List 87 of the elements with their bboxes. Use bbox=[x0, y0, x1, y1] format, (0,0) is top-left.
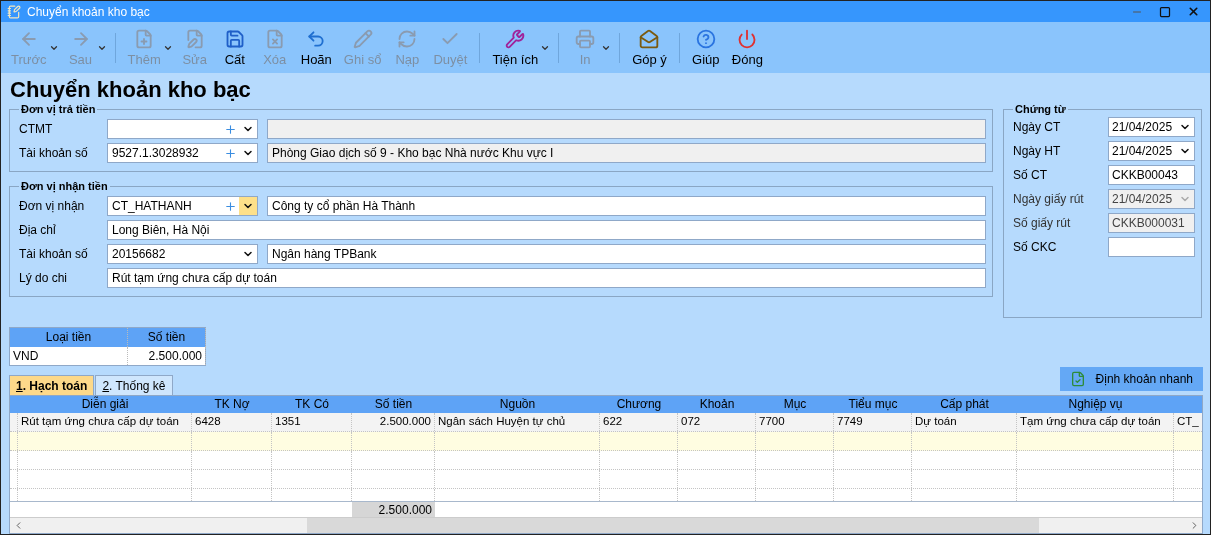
field-label: CTMT bbox=[19, 122, 54, 136]
table-cell: 2.500.000 bbox=[352, 413, 435, 431]
date-field[interactable]: 21/04/2025 bbox=[1108, 117, 1195, 137]
edit-document-icon bbox=[184, 28, 205, 49]
table-cell: 7700 bbox=[756, 413, 834, 431]
field-label: Ngày giấy rút bbox=[1013, 192, 1085, 206]
field-label: Tài khoản số bbox=[19, 247, 89, 261]
tools-icon bbox=[505, 28, 526, 49]
column-header: Tiểu mục bbox=[847, 396, 899, 413]
table-cell: 2.500.000 bbox=[128, 347, 206, 365]
delete-document-icon bbox=[264, 28, 285, 49]
table-cell: 6428 bbox=[192, 413, 272, 431]
column-header: TK Nợ bbox=[213, 396, 251, 413]
field-label: Số giấy rút bbox=[1013, 216, 1072, 230]
power-icon bbox=[737, 28, 758, 49]
field-label: Số CT bbox=[1013, 168, 1048, 182]
add-icon bbox=[223, 199, 237, 213]
toolbar-button[interactable]: Hoãn bbox=[294, 26, 338, 69]
column-header: Số tiền bbox=[373, 396, 414, 413]
combo-field[interactable] bbox=[107, 119, 258, 139]
scrollbar-thumb[interactable] bbox=[307, 518, 1039, 533]
table-cell: CT_ bbox=[1174, 413, 1202, 431]
group-title: Chứng từ bbox=[1014, 103, 1067, 115]
new-document-icon bbox=[134, 28, 155, 49]
field-label: Địa chỉ bbox=[19, 223, 57, 237]
table-cell: Ngân sách Huyện tự chủ bbox=[435, 413, 600, 431]
column-header: Nguồn bbox=[498, 396, 537, 413]
save-icon bbox=[224, 28, 245, 49]
combo-field[interactable]: CT_HATHANH bbox=[107, 196, 258, 216]
toolbar-button[interactable]: Giúp bbox=[685, 26, 726, 69]
column-header: Mục bbox=[782, 396, 808, 413]
document-icon bbox=[1069, 371, 1086, 387]
close-icon bbox=[1186, 5, 1200, 18]
group-title: Đơn vị nhận tiền bbox=[20, 180, 109, 192]
text-field[interactable] bbox=[1108, 237, 1195, 257]
add-icon bbox=[223, 146, 237, 160]
table-cell: Rút tạm ứng chưa cấp dự toán bbox=[18, 413, 192, 431]
combo-field[interactable]: 20156682 bbox=[107, 244, 258, 264]
column-header: TK Có bbox=[294, 396, 330, 413]
field-label: Ngày CT bbox=[1013, 120, 1062, 134]
help-icon bbox=[695, 28, 716, 49]
table-cell: Dự toán bbox=[912, 413, 1017, 431]
tab[interactable]: 1. Hạch toán bbox=[9, 375, 95, 395]
pencil-icon bbox=[352, 28, 373, 49]
table-cell: 1351 bbox=[272, 413, 352, 431]
maximize-icon bbox=[1159, 5, 1171, 18]
printer-icon bbox=[575, 28, 596, 49]
total-cell: 2.500.000 bbox=[352, 502, 435, 518]
quick-entry-button[interactable]: Định khoản nhanh bbox=[1059, 367, 1203, 391]
table-cell: VND bbox=[10, 347, 128, 365]
column-header: Chương bbox=[615, 396, 663, 413]
field-label: Lý do chi bbox=[19, 271, 69, 285]
column-header: Số tiền bbox=[128, 328, 206, 347]
page-title: Chuyển khoản kho bạc bbox=[10, 77, 252, 103]
column-header: Cấp phát bbox=[939, 396, 990, 413]
toolbar-button[interactable]: Đóng bbox=[725, 26, 769, 69]
description-field: Ngân hàng TPBank bbox=[267, 244, 986, 264]
column-header: Loại tiền bbox=[10, 328, 128, 347]
group-title: Đơn vị trả tiền bbox=[20, 103, 97, 115]
field-label: Ngày HT bbox=[1013, 144, 1062, 158]
column-header: Nghiệp vụ bbox=[1067, 396, 1124, 413]
text-field[interactable]: CKKB00043 bbox=[1108, 165, 1195, 185]
field-label: Đơn vị nhận bbox=[19, 199, 86, 213]
table-cell: Tạm ứng chưa cấp dự toán bbox=[1017, 413, 1174, 431]
toolbar-button[interactable]: Cất bbox=[214, 26, 255, 69]
column-header: Diễn giải bbox=[80, 396, 130, 413]
dropdown-button[interactable] bbox=[239, 197, 257, 215]
add-icon bbox=[223, 122, 237, 136]
description-field: Phòng Giao dịch số 9 - Kho bạc Nhà nước Khu vực I bbox=[267, 143, 986, 163]
table-cell: 622 bbox=[600, 413, 678, 431]
window-title: Chuyển khoản kho bạc bbox=[27, 4, 151, 19]
date-field[interactable]: 21/04/2025 bbox=[1108, 141, 1195, 161]
envelope-icon bbox=[639, 28, 660, 49]
app-icon bbox=[7, 4, 21, 19]
text-field[interactable]: Long Biên, Hà Nội bbox=[107, 220, 986, 240]
table-cell: 7749 bbox=[834, 413, 912, 431]
combo-field[interactable]: 9527.1.3028932 bbox=[107, 143, 258, 163]
refresh-icon bbox=[397, 28, 418, 49]
tab[interactable]: 2. Thống kê bbox=[95, 375, 173, 395]
description-field: Công ty cổ phần Hà Thành bbox=[267, 196, 986, 216]
field-label: Tài khoản số bbox=[19, 146, 89, 160]
table-cell: 072 bbox=[678, 413, 756, 431]
text-field[interactable]: Rút tạm ứng chưa cấp dự toán bbox=[107, 268, 986, 288]
toolbar-button[interactable]: Tiện ích bbox=[486, 26, 545, 69]
field-label: Số CKC bbox=[1013, 240, 1058, 254]
toolbar-button[interactable]: Góp ý bbox=[626, 26, 673, 69]
column-header: Khoản bbox=[698, 396, 736, 413]
